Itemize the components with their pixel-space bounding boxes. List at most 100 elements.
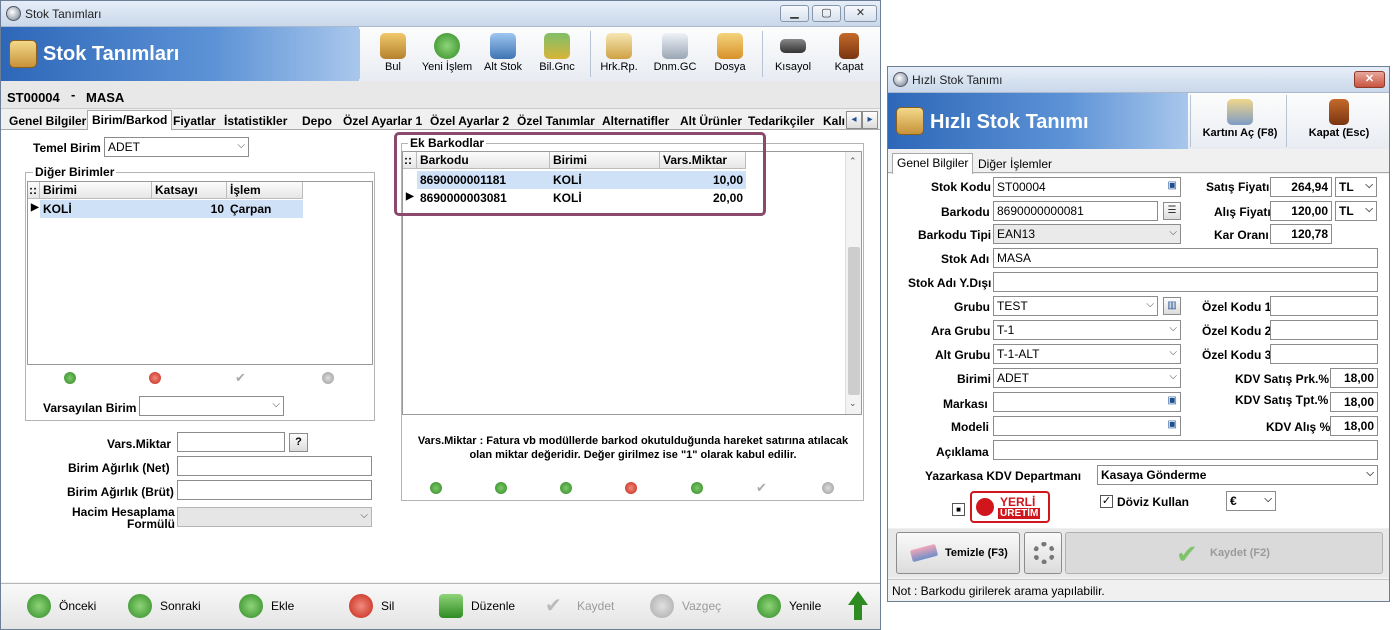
- group-details-icon[interactable]: ▥: [1163, 297, 1181, 315]
- close-button[interactable]: ✕: [844, 5, 877, 22]
- yerli-uretim-checkbox[interactable]: ■: [952, 503, 965, 516]
- lookup-icon[interactable]: ▣: [1168, 395, 1177, 406]
- barkod-tipi-select[interactable]: EAN13 ⌵: [993, 224, 1181, 244]
- alt-stok-button[interactable]: Alt Stok: [479, 27, 527, 81]
- add-barcode-icon[interactable]: [560, 482, 572, 494]
- agirlik-brut-input[interactable]: [177, 480, 372, 500]
- confirm-unit-icon[interactable]: ✔: [235, 371, 247, 384]
- yeni-islem-button[interactable]: Yeni İşlem: [419, 27, 475, 81]
- units-col-katsayi[interactable]: Katsayı: [152, 182, 227, 199]
- hrk-rp-button[interactable]: Hrk.Rp.: [595, 27, 643, 81]
- tab-quick-diger-islemler[interactable]: Diğer İşlemler: [974, 155, 1056, 173]
- prev-barcode-icon[interactable]: [430, 482, 442, 494]
- temizle-button[interactable]: Temizle (F3): [896, 532, 1020, 574]
- tab-birim-barkod[interactable]: Birim/Barkod: [87, 110, 173, 131]
- bul-button[interactable]: Bul: [369, 27, 417, 81]
- varsayilan-birim-select[interactable]: ⌵: [139, 396, 284, 416]
- settings-button[interactable]: [1024, 532, 1062, 574]
- tab-ozel-tanimlar[interactable]: Özel Tanımlar: [513, 112, 599, 130]
- yenile-button[interactable]: Yenile: [757, 593, 821, 619]
- kaydet-f2-button[interactable]: ✔ Kaydet (F2): [1065, 532, 1383, 574]
- kapat-esc-button[interactable]: Kapat (Esc): [1294, 93, 1384, 149]
- kar-orani-input[interactable]: 120,78: [1270, 224, 1332, 244]
- duzenle-button[interactable]: Düzenle: [439, 593, 515, 619]
- stok-kodu-input[interactable]: ST00004 ▣: [993, 177, 1181, 197]
- scroll-thumb[interactable]: [848, 247, 860, 395]
- cancel-barcode-icon[interactable]: [822, 482, 834, 494]
- tab-quick-genel-bilgiler[interactable]: Genel Bilgiler: [892, 153, 974, 174]
- markasi-input[interactable]: ▣: [993, 392, 1181, 412]
- modeli-input[interactable]: ▣: [993, 416, 1181, 436]
- kdv-alis-input[interactable]: 18,00: [1330, 416, 1378, 436]
- tab-ozel-ayarlar-2[interactable]: Özel Ayarlar 2: [426, 112, 513, 130]
- temel-birim-select[interactable]: ADET ⌵: [104, 137, 249, 157]
- units-grid[interactable]: :: Birimi Katsayı İşlem ▶ KOLİ 10 Çarpan: [27, 181, 373, 365]
- vars-miktar-input[interactable]: [177, 432, 285, 452]
- dosya-button[interactable]: Dosya: [706, 27, 754, 81]
- add-unit-icon[interactable]: [64, 372, 76, 384]
- barkodu-input[interactable]: 8690000000081: [993, 201, 1158, 221]
- yazarkasa-select[interactable]: Kasaya Gönderme ⌵: [1097, 465, 1378, 485]
- doviz-kullan-checkbox[interactable]: ✓: [1100, 495, 1113, 508]
- doviz-select[interactable]: € ⌵: [1226, 491, 1276, 511]
- tab-tedarikciler[interactable]: Tedarikçiler: [744, 112, 818, 130]
- sonraki-button[interactable]: Sonraki: [128, 593, 201, 619]
- satis-currency-select[interactable]: TL ⌵: [1335, 177, 1377, 197]
- ozel-kodu-3-input[interactable]: [1270, 344, 1378, 364]
- main-titlebar[interactable]: Stok Tanımları ▁ ▢ ✕: [1, 1, 880, 27]
- kdv-satis-tpt-input[interactable]: 18,00: [1330, 392, 1378, 412]
- vazgec-button[interactable]: Vazgeç: [650, 593, 721, 619]
- stok-adi-input[interactable]: MASA: [993, 248, 1378, 268]
- next-barcode-icon[interactable]: [495, 482, 507, 494]
- alis-fiyati-input[interactable]: 120,00: [1270, 201, 1332, 221]
- units-cell-katsayi[interactable]: 10: [152, 200, 227, 218]
- tab-scroll-right-icon[interactable]: ▸: [862, 111, 878, 129]
- aciklama-input[interactable]: [993, 440, 1378, 460]
- tab-istatistikler[interactable]: İstatistikler: [220, 112, 291, 130]
- lookup-icon[interactable]: ▣: [1168, 180, 1177, 191]
- tab-kali[interactable]: Kalı: [819, 112, 849, 130]
- units-cell-birimi[interactable]: KOLİ: [40, 200, 152, 218]
- tab-genel-bilgiler[interactable]: Genel Bilgiler: [5, 112, 90, 130]
- delete-barcode-icon[interactable]: [625, 482, 637, 494]
- grubu-select[interactable]: TEST ⌵: [993, 296, 1158, 316]
- tab-ozel-ayarlar-1[interactable]: Özel Ayarlar 1: [339, 112, 426, 130]
- grid-scrollbar[interactable]: ⌃ ⌄: [845, 152, 861, 414]
- agirlik-net-input[interactable]: [177, 456, 372, 476]
- dnm-gc-button[interactable]: Dnm.GC: [651, 27, 699, 81]
- kaydet-button[interactable]: ✔ Kaydet: [545, 593, 614, 619]
- birimi-select[interactable]: ADET ⌵: [993, 368, 1181, 388]
- confirm-barcode-icon[interactable]: ✔: [756, 481, 768, 494]
- help-button[interactable]: ?: [289, 433, 308, 452]
- units-col-birimi[interactable]: Birimi: [40, 182, 152, 199]
- scroll-down-icon[interactable]: ⌄: [849, 398, 857, 409]
- tab-fiyatlar[interactable]: Fiyatlar: [169, 112, 220, 130]
- onceki-button[interactable]: Önceki: [27, 593, 96, 619]
- hacim-formulu-select[interactable]: ⌵: [177, 507, 372, 527]
- delete-unit-icon[interactable]: [149, 372, 161, 384]
- ozel-kodu-1-input[interactable]: [1270, 296, 1378, 316]
- kartini-ac-button[interactable]: Kartını Aç (F8): [1194, 93, 1286, 149]
- barcode-generate-icon[interactable]: ☰: [1163, 202, 1181, 220]
- kapat-button[interactable]: Kapat: [825, 27, 873, 81]
- tab-alt-urunler[interactable]: Alt Ürünler: [676, 112, 746, 130]
- ozel-kodu-2-input[interactable]: [1270, 320, 1378, 340]
- tab-depo[interactable]: Depo: [298, 112, 336, 130]
- edit-barcode-icon[interactable]: [691, 482, 703, 494]
- minimize-button[interactable]: ▁: [780, 5, 809, 22]
- scroll-up-icon[interactable]: ⌃: [849, 156, 857, 167]
- units-cell-islem[interactable]: Çarpan: [227, 200, 303, 218]
- stok-adi-yd-input[interactable]: [993, 272, 1378, 292]
- alt-grubu-select[interactable]: T-1-ALT ⌵: [993, 344, 1181, 364]
- units-col-islem[interactable]: İşlem: [227, 182, 303, 199]
- satis-fiyati-input[interactable]: 264,94: [1270, 177, 1332, 197]
- tab-scroll-left-icon[interactable]: ◂: [846, 111, 862, 129]
- quick-close-button[interactable]: ✕: [1354, 71, 1385, 88]
- bil-gnc-button[interactable]: Bil.Gnc: [533, 27, 581, 81]
- kdv-satis-prk-input[interactable]: 18,00: [1330, 368, 1378, 388]
- ekle-button[interactable]: Ekle: [239, 593, 294, 619]
- maximize-button[interactable]: ▢: [812, 5, 841, 22]
- scroll-top-arrow-icon[interactable]: [848, 591, 868, 621]
- quick-titlebar[interactable]: Hızlı Stok Tanımı ✕: [888, 67, 1389, 93]
- ara-grubu-select[interactable]: T-1 ⌵: [993, 320, 1181, 340]
